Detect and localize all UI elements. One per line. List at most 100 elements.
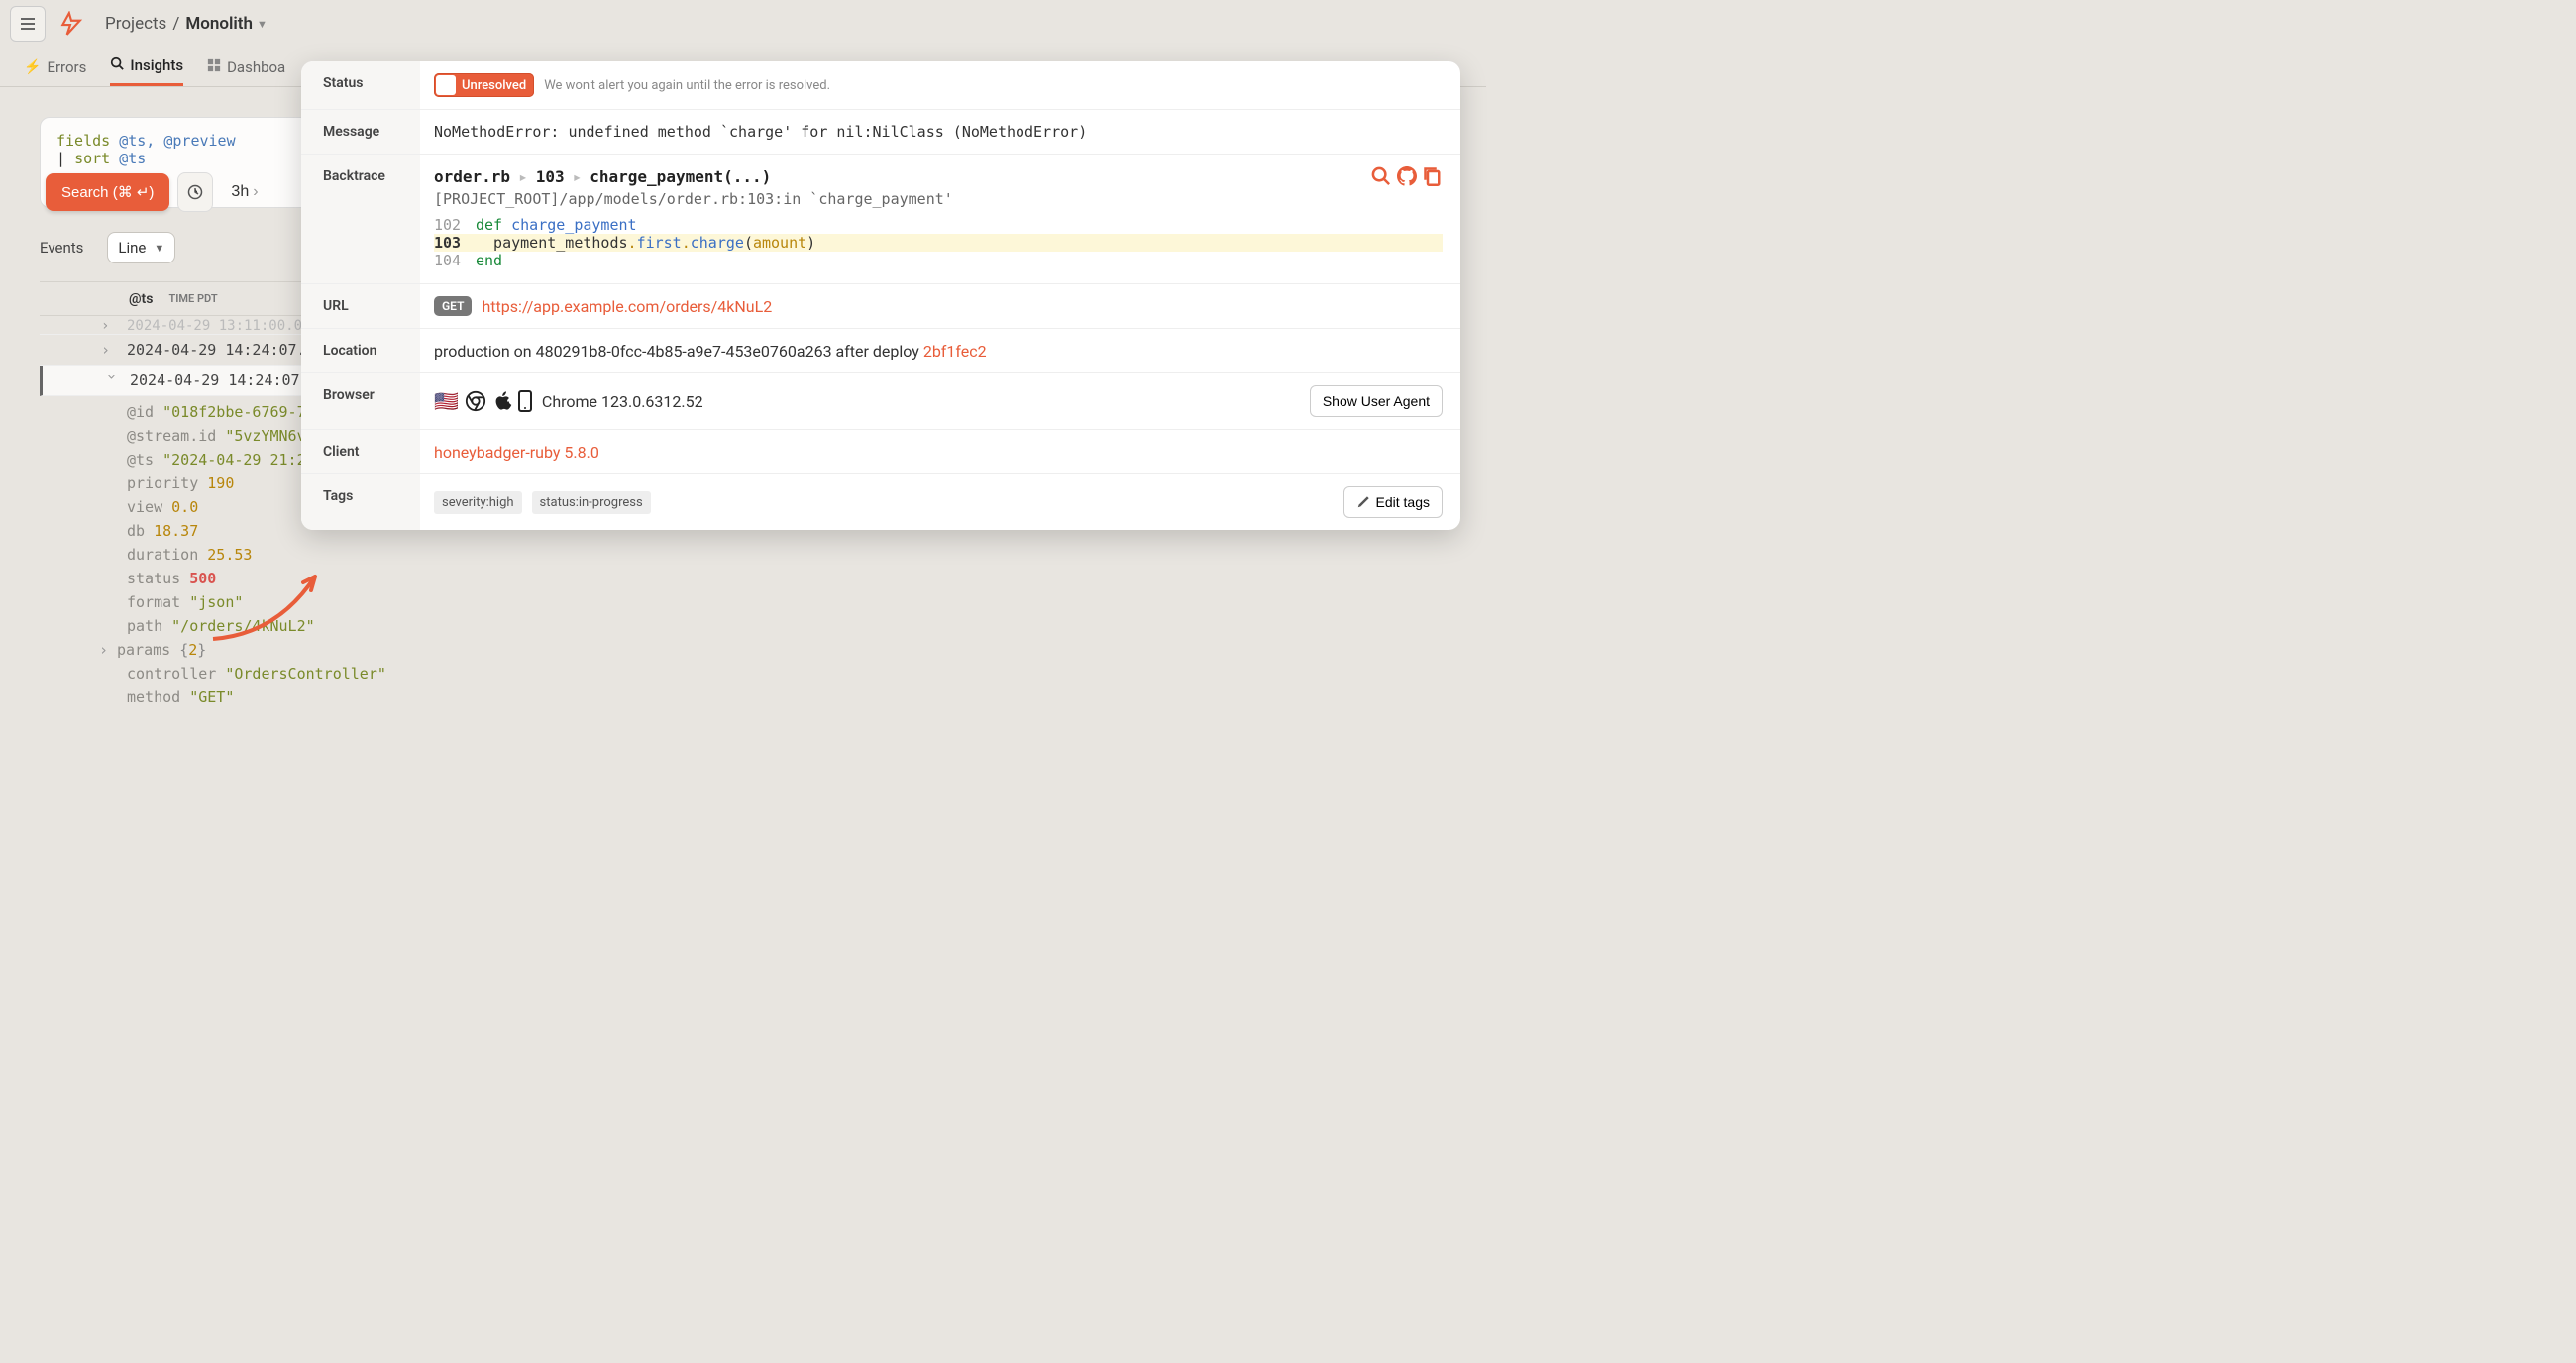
log-val-path: "/orders/4kNuL2" bbox=[171, 617, 315, 635]
search-icon[interactable] bbox=[1371, 166, 1391, 186]
chevron-right-icon: › bbox=[101, 341, 117, 359]
breadcrumb-root[interactable]: Projects bbox=[105, 14, 166, 34]
status-toggle[interactable]: Unresolved bbox=[434, 73, 534, 97]
chevron-right-icon: › bbox=[101, 318, 117, 334]
log-params-count: 2 bbox=[188, 641, 197, 659]
code-fn-name: charge_payment bbox=[511, 216, 636, 234]
request-url[interactable]: https://app.example.com/orders/4kNuL2 bbox=[482, 297, 772, 316]
chrome-icon bbox=[465, 390, 486, 412]
edit-tags-button[interactable]: Edit tags bbox=[1343, 486, 1443, 518]
code-ln-102: 102 bbox=[434, 216, 476, 234]
deploy-hash-link[interactable]: 2bf1fec2 bbox=[923, 342, 987, 361]
panel-label-backtrace: Backtrace bbox=[301, 155, 420, 283]
tab-insights[interactable]: Insights bbox=[110, 48, 183, 86]
log-key-path: path bbox=[127, 617, 162, 635]
log-val-db: 18.37 bbox=[154, 522, 198, 540]
github-icon[interactable] bbox=[1397, 166, 1417, 186]
log-val-method: "GET" bbox=[189, 688, 234, 706]
panel-row-message: Message NoMethodError: undefined method … bbox=[301, 110, 1460, 155]
toggle-knob bbox=[436, 75, 456, 95]
history-button[interactable] bbox=[177, 172, 213, 212]
grid-icon bbox=[207, 58, 221, 76]
log-key-controller: controller bbox=[127, 665, 216, 682]
code-103-amount: amount bbox=[753, 234, 806, 252]
status-note: We won't alert you again until the error… bbox=[544, 78, 830, 93]
log-val-duration: 25.53 bbox=[207, 546, 252, 564]
show-user-agent-button[interactable]: Show User Agent bbox=[1310, 385, 1443, 417]
log-key-params: params bbox=[117, 641, 170, 659]
breadcrumb: Projects / Monolith ▼ bbox=[105, 14, 268, 34]
breadcrumb-project-label: Monolith bbox=[185, 14, 253, 34]
backtrace-crumbs: order.rb ▸ 103 ▸ charge_payment(...) bbox=[434, 167, 771, 186]
panel-label-message: Message bbox=[301, 110, 420, 154]
tag-severity[interactable]: severity:high bbox=[434, 491, 522, 514]
chart-type-select[interactable]: Line ▼ bbox=[107, 232, 175, 263]
chevron-right-icon: › bbox=[253, 183, 258, 201]
search-icon bbox=[110, 56, 124, 74]
backtrace-path: [PROJECT_ROOT]/app/models/order.rb:103:i… bbox=[434, 190, 1443, 208]
log-key-status: status bbox=[127, 570, 180, 587]
app-logo bbox=[54, 6, 89, 42]
panel-row-location: Location production on 480291b8-0fcc-4b8… bbox=[301, 329, 1460, 373]
log-key-format: format bbox=[127, 593, 180, 611]
time-range-button[interactable]: 3h › bbox=[221, 172, 268, 212]
chevron-down-icon: ▼ bbox=[154, 242, 164, 255]
log-val-id: "018f2bbe-6769-70 bbox=[162, 403, 315, 421]
panel-row-backtrace: Backtrace order.rb ▸ 103 ▸ charge_paymen… bbox=[301, 155, 1460, 284]
log-key-ts: @ts bbox=[127, 451, 154, 469]
mobile-icon bbox=[518, 390, 532, 412]
code-103-paren2: ) bbox=[806, 234, 815, 252]
timezone-badge: TIME PDT bbox=[162, 290, 223, 307]
log-val-ts: "2024-04-29 21:24 bbox=[162, 451, 315, 469]
event-ts-prev: 2024-04-29 13:11:00.000 bbox=[127, 318, 319, 334]
chevron-down-icon: ▼ bbox=[257, 18, 268, 31]
backtrace-actions bbox=[1371, 166, 1443, 186]
log-key-priority: priority bbox=[127, 474, 198, 492]
tab-dashboards-label: Dashboa bbox=[227, 58, 285, 76]
code-snippet: 102 def charge_payment 103 payment_metho… bbox=[434, 216, 1443, 269]
tag-status[interactable]: status:in-progress bbox=[532, 491, 651, 514]
panel-row-browser: Browser 🇺🇸 Chrome 123.0.6312.52 Show Use… bbox=[301, 373, 1460, 430]
log-val-view: 0.0 bbox=[171, 498, 198, 516]
log-key-duration: duration bbox=[127, 546, 198, 564]
code-103-first: first bbox=[637, 234, 682, 252]
bolt-icon: ⚡ bbox=[24, 59, 41, 75]
panel-value-message: NoMethodError: undefined method `charge'… bbox=[420, 110, 1460, 154]
panel-row-status: Status Unresolved We won't alert you aga… bbox=[301, 61, 1460, 110]
clock-icon bbox=[187, 184, 203, 200]
view-events-toggle[interactable]: Events bbox=[40, 239, 83, 257]
log-val-format: "json" bbox=[189, 593, 243, 611]
browser-version: Chrome 123.0.6312.52 bbox=[542, 392, 703, 411]
time-range-label: 3h bbox=[231, 183, 249, 201]
us-flag-icon: 🇺🇸 bbox=[434, 389, 459, 413]
log-val-priority: 190 bbox=[207, 474, 234, 492]
query-args-2: @ts bbox=[119, 150, 146, 167]
panel-label-client: Client bbox=[301, 430, 420, 473]
breadcrumb-project[interactable]: Monolith ▼ bbox=[185, 14, 268, 34]
status-toggle-label: Unresolved bbox=[458, 78, 534, 93]
tab-dashboards[interactable]: Dashboa bbox=[207, 48, 285, 86]
tab-errors-label: Errors bbox=[47, 58, 86, 76]
code-ln-104: 104 bbox=[434, 252, 476, 269]
code-103-charge: charge bbox=[691, 234, 744, 252]
code-103-paren1: ( bbox=[744, 234, 753, 252]
log-params-close: } bbox=[197, 641, 206, 659]
chevron-down-icon: › bbox=[103, 372, 121, 388]
column-ts: @ts bbox=[129, 291, 153, 307]
breadcrumb-chevron-icon: ▸ bbox=[573, 167, 583, 186]
chart-type-label: Line bbox=[118, 239, 146, 257]
query-pipe: | bbox=[56, 150, 65, 167]
hamburger-menu-button[interactable] bbox=[10, 6, 46, 42]
log-key-db: db bbox=[127, 522, 145, 540]
tab-errors[interactable]: ⚡ Errors bbox=[24, 48, 86, 86]
backtrace-line: 103 bbox=[536, 167, 565, 186]
panel-label-status: Status bbox=[301, 61, 420, 109]
breadcrumb-chevron-icon: ▸ bbox=[518, 167, 528, 186]
query-keyword-sort: sort bbox=[74, 150, 110, 167]
chevron-right-icon[interactable]: › bbox=[99, 638, 117, 662]
client-link[interactable]: honeybadger-ruby 5.8.0 bbox=[434, 443, 599, 462]
panel-row-url: URL GET https://app.example.com/orders/4… bbox=[301, 284, 1460, 329]
pencil-icon bbox=[1356, 495, 1370, 509]
copy-icon[interactable] bbox=[1423, 166, 1443, 186]
search-button[interactable]: Search (⌘ ↵) bbox=[46, 173, 169, 211]
